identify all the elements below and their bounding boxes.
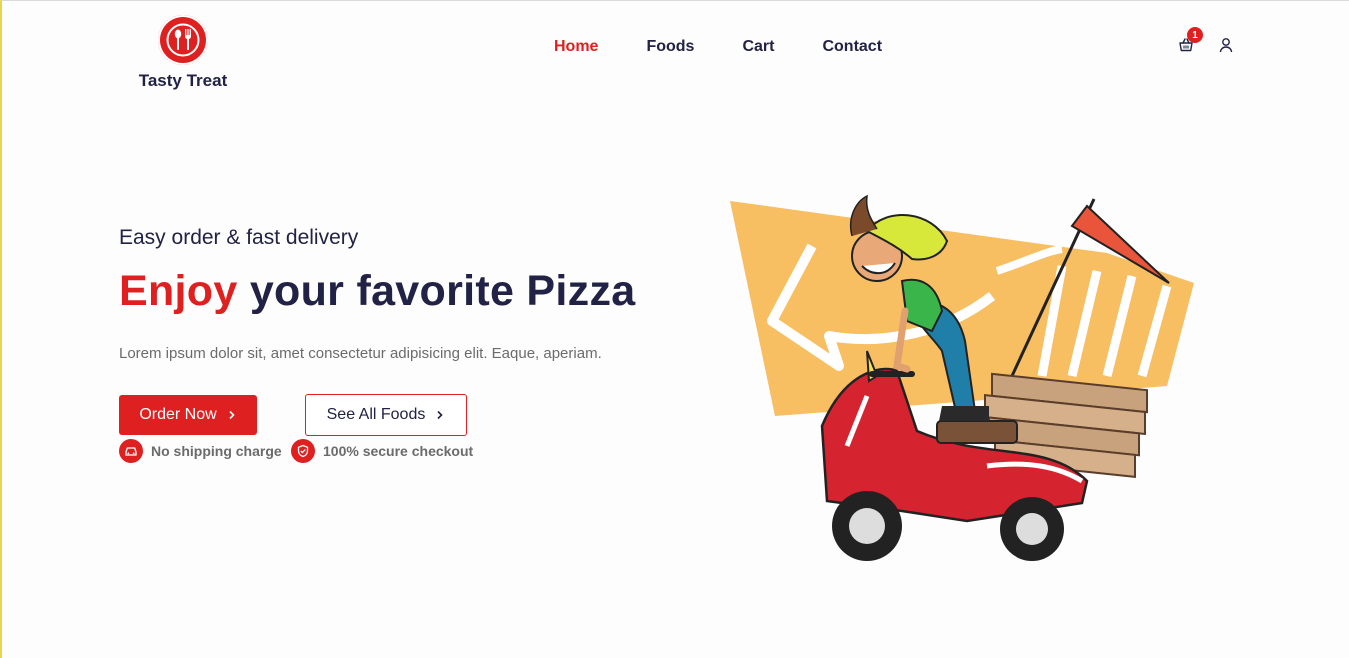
order-now-label: Order Now	[139, 406, 217, 423]
car-icon	[119, 439, 143, 463]
see-all-foods-button[interactable]: See All Foods	[305, 394, 467, 436]
hero-description: Lorem ipsum dolor sit, amet consectetur …	[119, 345, 602, 362]
nav-icons: 1	[1178, 27, 1234, 53]
delivery-scooter-illustration	[730, 194, 1194, 561]
hero-title: Enjoy your favorite Pizza	[119, 267, 635, 316]
spoon-fork-icon	[158, 15, 208, 65]
chevron-right-icon	[437, 410, 443, 420]
shield-check-icon	[291, 439, 315, 463]
chevron-right-icon	[229, 410, 235, 420]
feature-secure-checkout-label: 100% secure checkout	[323, 443, 474, 459]
brand-name: Tasty Treat	[138, 71, 228, 90]
feature-no-shipping: No shipping charge	[119, 439, 282, 463]
nav-cart[interactable]: Cart	[742, 38, 774, 56]
brand-logo[interactable]: Tasty Treat	[135, 15, 231, 91]
hero-title-rest: your favorite Pizza	[237, 267, 636, 315]
feature-secure-checkout: 100% secure checkout	[291, 439, 473, 463]
nav-contact[interactable]: Contact	[822, 38, 882, 56]
cart-count-badge: 1	[1187, 27, 1203, 43]
nav-home[interactable]: Home	[554, 38, 598, 56]
user-icon	[1219, 38, 1233, 53]
main-nav: Home Foods Cart Contact	[554, 38, 930, 56]
cart-button[interactable]: 1	[1178, 27, 1203, 53]
hero-title-accent: Enjoy	[119, 267, 238, 315]
nav-foods[interactable]: Foods	[646, 38, 694, 56]
hero-subtitle: Easy order & fast delivery	[119, 226, 359, 249]
order-now-button[interactable]: Order Now	[119, 395, 257, 435]
feature-no-shipping-label: No shipping charge	[151, 443, 282, 459]
user-button[interactable]	[1218, 37, 1234, 53]
see-all-foods-label: See All Foods	[326, 406, 426, 423]
